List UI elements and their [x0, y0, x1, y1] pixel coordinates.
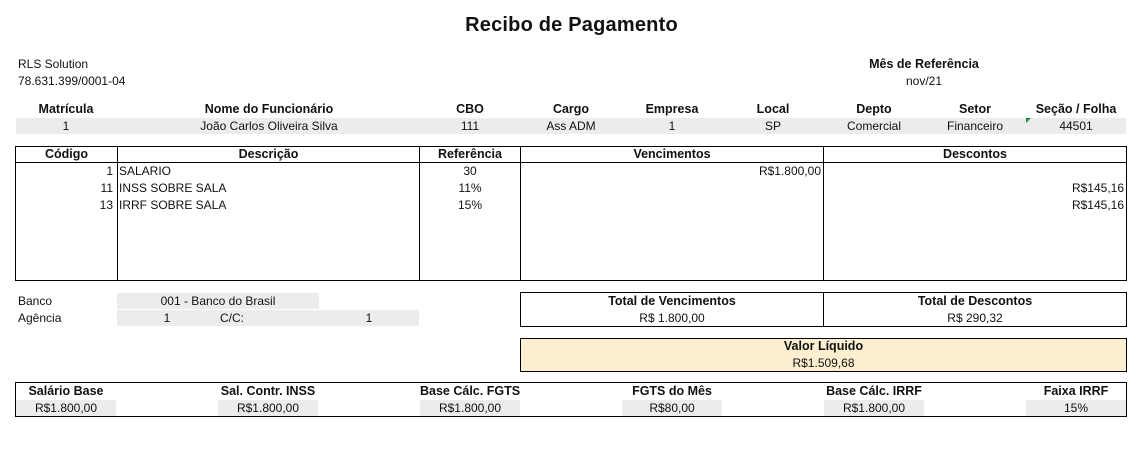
bases-value-faixa-irrf: 15%: [1026, 400, 1126, 416]
header-empresa: Empresa: [645, 102, 699, 116]
bases-box: [15, 382, 1127, 417]
items-divider-1: [117, 146, 118, 281]
agency-value: 1: [117, 310, 217, 326]
net-value: R$1.509,68: [792, 356, 855, 370]
bank-label: Banco: [18, 294, 53, 308]
page-title: Recibo de Pagamento: [465, 14, 678, 36]
bases-header-fgts: Base Cálc. FGTS: [420, 384, 521, 398]
bases-header-inss: Sal. Contr. INSS: [220, 384, 316, 398]
items-divider-4: [823, 146, 824, 281]
item-code: 11: [100, 181, 113, 195]
header-depto: Depto: [856, 102, 892, 116]
value-nome: João Carlos Oliveira Silva: [200, 119, 338, 133]
items-header-descricao: Descrição: [238, 147, 299, 161]
item-reference: 15%: [457, 198, 483, 212]
item-reference: 11%: [458, 181, 482, 195]
items-header-vencimentos: Vencimentos: [633, 147, 711, 161]
value-local: SP: [764, 119, 781, 133]
item-vencimento: R$1.800,00: [758, 164, 821, 178]
header-cbo: CBO: [456, 102, 484, 116]
value-cargo: Ass ADM: [546, 119, 596, 133]
header-matricula: Matrícula: [38, 102, 94, 116]
comment-marker-icon: [1026, 118, 1031, 123]
account-label: C/C:: [217, 310, 319, 326]
reference-label: Mês de Referência: [869, 57, 979, 71]
bases-header-salario-base: Salário Base: [28, 384, 104, 398]
bases-value-irrf: R$1.800,00: [824, 400, 924, 416]
total-vencimentos-value: R$ 1.800,00: [639, 311, 705, 325]
header-secao-folha: Seção / Folha: [1035, 102, 1117, 116]
header-nome: Nome do Funcionário: [204, 102, 334, 116]
items-header-referencia: Referência: [438, 147, 502, 161]
value-empresa: 1: [668, 119, 676, 133]
bases-header-fgts-mes: FGTS do Mês: [632, 384, 712, 398]
company-name: RLS Solution: [18, 57, 89, 71]
reference-value: nov/21: [905, 74, 943, 88]
item-description: SALARIO: [119, 164, 172, 178]
item-code: 13: [99, 198, 113, 212]
header-setor: Setor: [959, 102, 991, 116]
total-vencimentos-label: Total de Vencimentos: [608, 294, 736, 308]
net-value-label: Valor Líquido: [783, 339, 864, 353]
value-matricula: 1: [62, 119, 70, 133]
items-header-divider: [15, 162, 1127, 163]
bases-value-inss: R$1.800,00: [218, 400, 318, 416]
agency-label: Agência: [18, 311, 62, 325]
account-value: 1: [319, 310, 419, 326]
items-header-descontos: Descontos: [943, 147, 1007, 161]
value-setor: Financeiro: [946, 119, 1004, 133]
bases-header-irrf: Base Cálc. IRRF: [826, 384, 922, 398]
item-desconto: R$145,16: [1071, 181, 1124, 195]
header-cargo: Cargo: [552, 102, 590, 116]
bases-value-salario-base: R$1.800,00: [16, 400, 116, 416]
bases-value-fgts-mes: R$80,00: [622, 400, 722, 416]
bases-value-fgts: R$1.800,00: [420, 400, 520, 416]
item-description: INSS SOBRE SALA: [119, 181, 227, 195]
header-local: Local: [756, 102, 790, 116]
value-cbo: 111: [460, 119, 480, 133]
item-description: IRRF SOBRE SALA: [119, 198, 227, 212]
bases-header-faixa-irrf: Faixa IRRF: [1043, 384, 1109, 398]
bank-value: 001 - Banco do Brasil: [117, 293, 319, 309]
total-descontos-value: R$ 290,32: [947, 311, 1003, 325]
item-reference: 30: [463, 164, 477, 178]
item-desconto: R$145,16: [1071, 198, 1124, 212]
value-secao-folha: 44501: [1059, 119, 1093, 133]
value-depto: Comercial: [846, 119, 901, 133]
total-descontos-label: Total de Descontos: [917, 294, 1033, 308]
item-code: 1: [106, 164, 113, 178]
company-cnpj: 78.631.399/0001-04: [18, 74, 126, 88]
items-header-codigo: Código: [44, 147, 89, 161]
